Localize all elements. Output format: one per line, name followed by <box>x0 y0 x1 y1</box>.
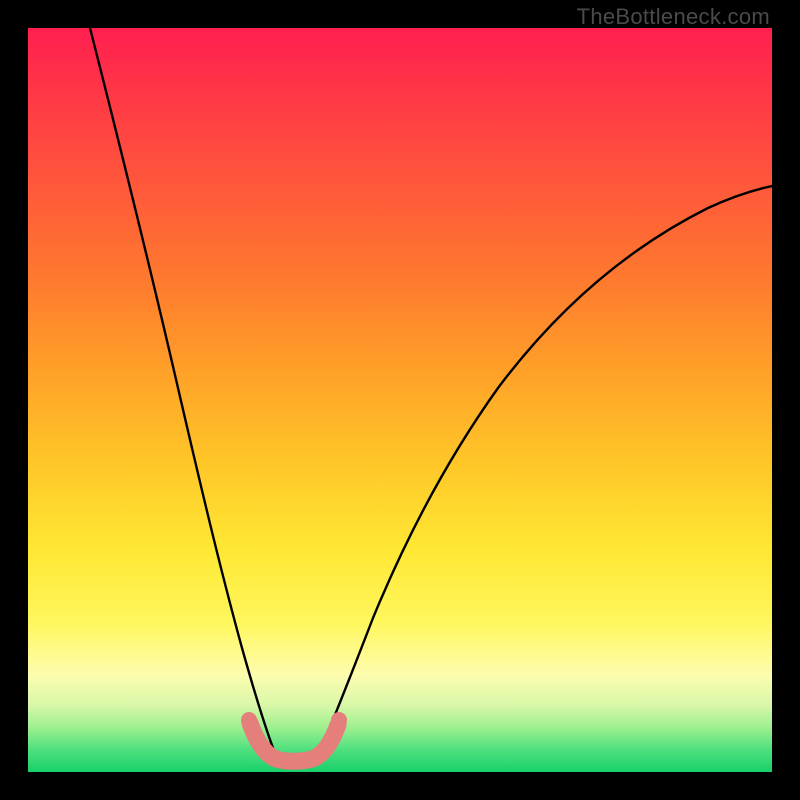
chart-frame <box>28 28 772 772</box>
watermark-text: TheBottleneck.com <box>577 4 770 30</box>
gradient-background <box>28 28 772 772</box>
